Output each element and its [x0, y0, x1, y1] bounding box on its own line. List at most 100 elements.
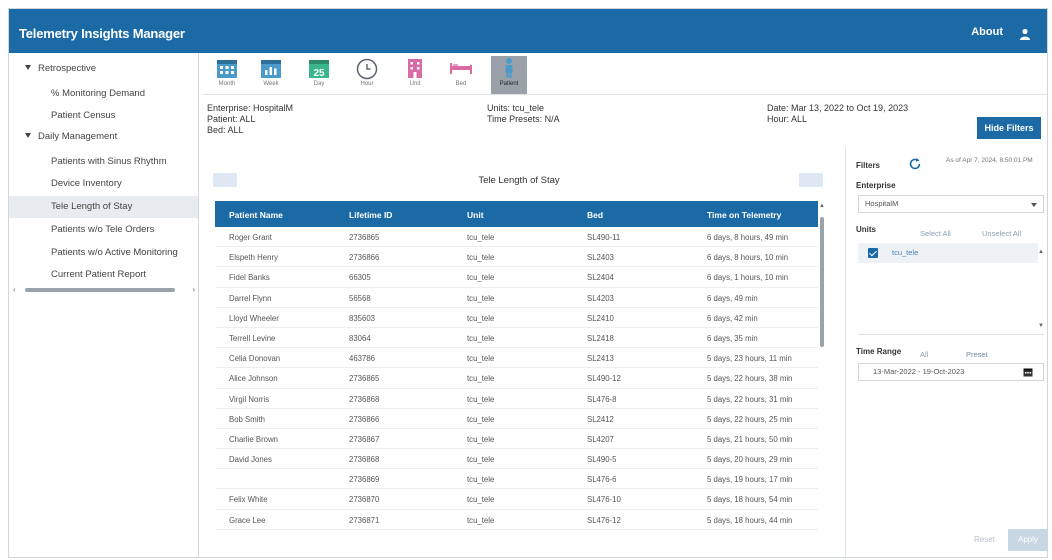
- table-cell: tcu_tele: [467, 455, 495, 465]
- list-item[interactable]: tcu_tele: [858, 243, 1038, 263]
- apply-button[interactable]: Apply: [1008, 529, 1047, 551]
- tool-month[interactable]: Month: [209, 56, 245, 94]
- column-header[interactable]: Patient Name: [229, 210, 283, 220]
- calendar-icon[interactable]: [1023, 367, 1033, 377]
- reset-button[interactable]: Reset: [974, 535, 995, 544]
- table-cell: tcu_tele: [467, 333, 495, 343]
- table-row[interactable]: Lloyd Wheeler 835603 tcu_tele SL2410 6 days,…: [215, 308, 818, 328]
- table-row[interactable]: Virgil Norris 2736868 tcu_tele SL476-8 5 day…: [215, 389, 818, 409]
- about-link[interactable]: About: [971, 26, 1003, 38]
- summary-time-presets: Time Presets: N/A: [487, 114, 560, 124]
- table-row[interactable]: Celia Donovan 463786 tcu_tele SL2413 5 days,…: [215, 348, 818, 369]
- sidebar-item-current-patient-report[interactable]: Current Patient Report: [9, 264, 198, 286]
- table-row[interactable]: Fidel Banks 66305 tcu_tele SL2404 6 days, 1 …: [215, 267, 818, 288]
- tool-unit[interactable]: Unit: [397, 56, 433, 94]
- enterprise-select[interactable]: HospitalM: [858, 195, 1044, 213]
- tool-patient[interactable]: Patient: [491, 56, 527, 94]
- table-cell: 2736870: [349, 495, 380, 505]
- scroll-left-icon[interactable]: ‹: [13, 285, 16, 295]
- sidebar-item-no-active-monitoring[interactable]: Patients w/o Active Monitoring: [9, 242, 198, 264]
- time-range-input[interactable]: 13-Mar-2022 - 19-Oct-2023: [858, 363, 1044, 381]
- sidebar-item-patient-census[interactable]: Patient Census: [9, 105, 198, 127]
- units-label: Units: [856, 225, 876, 234]
- scroll-right-icon[interactable]: ›: [192, 285, 195, 295]
- unit-checkbox[interactable]: [868, 248, 878, 258]
- scroll-up-icon[interactable]: ▲: [1038, 249, 1044, 255]
- table-row[interactable]: Terrell Levine 83064 tcu_tele SL2418 6 days,…: [215, 328, 818, 349]
- tool-bed[interactable]: Bed: [443, 56, 479, 94]
- table-cell: Roger Grant: [229, 233, 272, 242]
- tool-day[interactable]: Day 25: [301, 56, 337, 94]
- table-cell: Charlie Brown: [229, 434, 278, 444]
- nav-group-retrospective[interactable]: Retrospective: [25, 63, 96, 74]
- table-cell: SL4207: [587, 434, 614, 444]
- column-header[interactable]: Unit: [467, 210, 484, 220]
- tool-week[interactable]: Week: [253, 56, 289, 94]
- table-cell: tcu_tele: [467, 475, 495, 485]
- length-of-stay-table: Patient Name Lifetime ID Unit Bed Time o…: [215, 201, 818, 530]
- sidebar-item-sinus-rhythm[interactable]: Patients with Sinus Rhythm: [9, 151, 198, 173]
- table-row[interactable]: Darrel Flynn 56568 tcu_tele SL4203 6 days, 4…: [215, 288, 818, 308]
- sidebar-item-device-inventory[interactable]: Device Inventory: [9, 173, 198, 195]
- select-all-button[interactable]: Select All: [920, 229, 951, 238]
- column-header[interactable]: Lifetime ID: [349, 210, 392, 220]
- user-icon[interactable]: [1019, 28, 1031, 40]
- table-cell: 5 days, 18 hours, 54 min: [707, 495, 793, 505]
- tool-label: Month: [218, 81, 236, 87]
- app-title: Telemetry Insights Manager: [19, 26, 185, 41]
- time-range-label: Time Range: [856, 347, 902, 356]
- table-row[interactable]: Charlie Brown 2736867 tcu_tele SL4207 5 days…: [215, 429, 818, 450]
- summary-bed: Bed: ALL: [207, 125, 244, 135]
- caret-down-icon: [25, 64, 31, 70]
- table-cell: 6 days, 1 hours, 10 min: [707, 273, 789, 283]
- table-scrollbar[interactable]: ▲: [819, 203, 825, 557]
- scrollbar-thumb[interactable]: [25, 288, 175, 292]
- table-cell: tcu_tele: [467, 394, 495, 404]
- sidebar-item-no-tele-orders[interactable]: Patients w/o Tele Orders: [9, 219, 198, 241]
- table-row[interactable]: Elspeth Henry 2736866 tcu_tele SL2403 6 days…: [215, 247, 818, 268]
- tool-label: Patient: [499, 81, 519, 87]
- summary-units: Units: tcu_tele: [487, 103, 545, 113]
- table-row[interactable]: David Jones 2736868 tcu_tele SL490-5 5 days,…: [215, 449, 818, 470]
- table-cell: 2736865: [349, 374, 380, 384]
- sidebar-item-tele-length-of-stay[interactable]: Tele Length of Stay: [9, 196, 198, 218]
- tool-hour[interactable]: Hour: [349, 56, 385, 94]
- time-range-all-tab[interactable]: All: [920, 350, 928, 359]
- time-range-preset-tab[interactable]: Preset: [966, 350, 988, 359]
- table-cell: David Jones: [229, 455, 272, 465]
- table-cell: SL2403: [587, 253, 614, 263]
- filters-title: Filters: [856, 161, 881, 170]
- table-row[interactable]: Alice Johnson 2736865 tcu_tele SL490-12 5 da…: [215, 368, 818, 389]
- table-cell: Virgil Norris: [229, 394, 270, 404]
- nav-group-daily-management[interactable]: Daily Management: [25, 131, 117, 142]
- summary-hour: Hour: ALL: [767, 114, 808, 124]
- scrollbar-thumb[interactable]: [820, 217, 824, 347]
- sidebar-scrollbar[interactable]: ‹ ›: [13, 285, 195, 295]
- table-row[interactable]: Felix White 2736870 tcu_tele SL476-10 5 days…: [215, 489, 818, 510]
- unselect-all-button[interactable]: Unselect All: [982, 229, 1021, 238]
- bed-icon: [450, 63, 472, 74]
- table-row[interactable]: Roger Grant 2736865 tcu_tele SL490-11 6 days…: [215, 227, 818, 248]
- table-row[interactable]: Grace Lee 2736871 tcu_tele SL476-12 5 days, …: [215, 510, 818, 530]
- table-cell: 2736869: [349, 475, 380, 485]
- table-cell: SL2404: [587, 273, 614, 283]
- table-row[interactable]: 2736869 tcu_tele SL476-6 5 days, 19 hours, …: [215, 469, 818, 490]
- table-cell: 5 days, 22 hours, 25 min: [707, 414, 793, 424]
- nav-group-label: Retrospective: [38, 63, 97, 74]
- hide-filters-button[interactable]: Hide Filters: [977, 117, 1041, 139]
- summary-patient: Patient: ALL: [207, 114, 256, 124]
- summary-enterprise: Enterprise: HospitalM: [207, 103, 294, 113]
- table-row[interactable]: Bob Smith 2736866 tcu_tele SL2412 5 days, 22…: [215, 409, 818, 429]
- clock-icon: [356, 58, 378, 80]
- sidebar-item-monitoring-demand[interactable]: % Monitoring Demand: [9, 83, 198, 105]
- table-cell: 5 days, 18 hours, 44 min: [707, 515, 793, 525]
- sidebar: Retrospective % Monitoring Demand Patien…: [9, 53, 199, 557]
- column-header[interactable]: Time on Telemetry: [707, 210, 781, 220]
- scroll-down-icon[interactable]: ▼: [1038, 323, 1044, 329]
- column-header[interactable]: Bed: [587, 210, 603, 220]
- refresh-icon[interactable]: [908, 157, 922, 171]
- scroll-up-icon[interactable]: ▲: [819, 203, 825, 209]
- table-cell: SL2418: [587, 333, 614, 343]
- table-cell: tcu_tele: [467, 273, 495, 283]
- nav-group-label: Daily Management: [38, 131, 118, 142]
